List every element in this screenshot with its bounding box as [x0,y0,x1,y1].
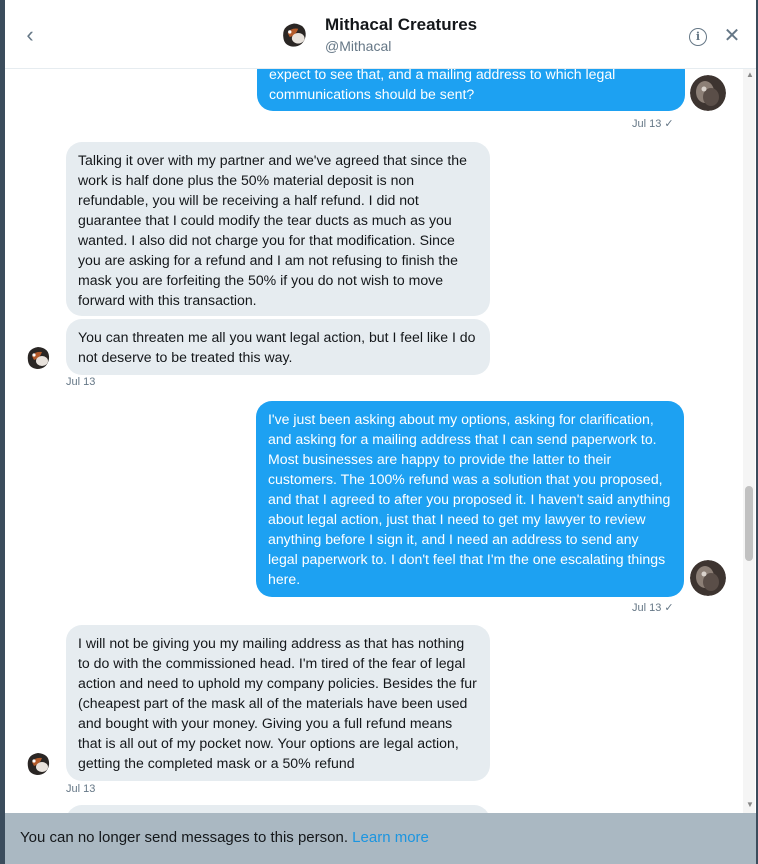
message-bubble-incoming: Talking it over with my partner and we'v… [66,142,490,316]
scrollbar-thumb[interactable] [745,486,753,561]
info-icon[interactable]: i [689,28,707,46]
message-bubble-outgoing: I've just been asking about my options, … [256,401,684,597]
message-list[interactable]: expect to see that, and a mailing addres… [5,0,741,864]
contact-avatar[interactable] [275,15,313,53]
close-icon[interactable]: ✕ [721,23,743,49]
message-timestamp: Jul 13 [66,783,96,795]
message-timestamp: Jul 13 ✓ [632,118,674,130]
message-bubble-incoming: You can threaten me all you want legal a… [66,319,490,375]
learn-more-link[interactable]: Learn more [352,829,429,846]
user-avatar[interactable] [690,560,726,596]
cannot-message-notice: You can no longer send messages to this … [5,813,756,864]
contact-handle[interactable]: @Mithacal [325,38,391,54]
scrollbar[interactable] [743,68,755,813]
contact-name[interactable]: Mithacal Creatures [325,15,477,35]
notice-message: You can no longer send messages to this … [20,829,348,846]
conversation-header: ‹ Mithacal Creatures @Mithacal i ✕ [5,0,756,69]
scroll-down-arrow-icon[interactable]: ▼ [746,800,754,809]
message-bubble-incoming: I will not be giving you my mailing addr… [66,625,490,781]
user-avatar[interactable] [690,75,726,111]
notice-text: You can no longer send messages to this … [20,829,429,846]
contact-avatar[interactable] [20,745,56,781]
message-timestamp: Jul 13 [66,376,96,388]
message-timestamp: Jul 13 ✓ [632,602,674,614]
contact-avatar[interactable] [20,339,56,375]
scroll-up-arrow-icon[interactable]: ▲ [746,70,754,79]
chevron-left-icon[interactable]: ‹ [19,22,41,48]
dm-conversation-modal: expect to see that, and a mailing addres… [5,0,756,864]
